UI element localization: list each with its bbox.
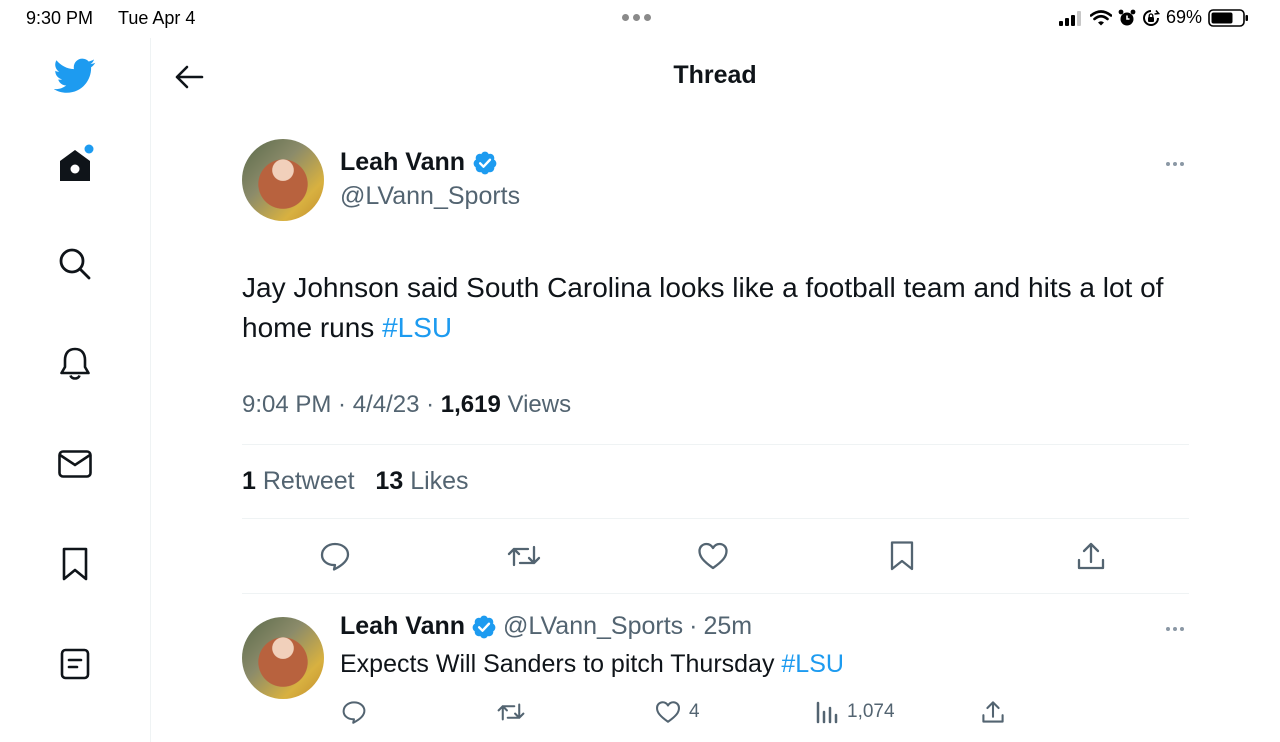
- heart-icon: [656, 701, 680, 723]
- nav-home[interactable]: [50, 139, 100, 189]
- reply-like-button[interactable]: 4: [655, 700, 700, 724]
- reply-icon: [342, 701, 366, 724]
- engagement-stats: 1 Retweet 13 Likes: [242, 467, 469, 496]
- status-indicators: 69%: [1058, 7, 1250, 28]
- nav-bookmarks[interactable]: [50, 539, 100, 589]
- separator-dot: ·: [689, 612, 698, 640]
- tweet-date[interactable]: 4/4/23: [353, 391, 420, 418]
- nav-lists[interactable]: [50, 639, 100, 689]
- tweet-metadata: 9:04 PM · 4/4/23 · 1,619 Views: [242, 391, 572, 418]
- retweet-icon: [507, 545, 541, 567]
- like-button[interactable]: [691, 534, 735, 578]
- hashtag-link[interactable]: #LSU: [382, 312, 452, 343]
- sidebar-divider: [150, 38, 151, 742]
- reply-more-options-button[interactable]: [1160, 619, 1190, 639]
- likes-label: Likes: [410, 467, 469, 495]
- battery-icon: [1208, 8, 1249, 27]
- status-date: Tue Apr 4: [118, 8, 196, 28]
- cellular-signal-icon: [1059, 10, 1081, 26]
- tweet-body: Jay Johnson said South Carolina looks li…: [242, 272, 1164, 343]
- reply-views-button[interactable]: 1,074: [815, 700, 895, 724]
- likes-count: 13: [375, 467, 404, 495]
- list-icon: [60, 648, 90, 680]
- divider: [242, 518, 1189, 519]
- nav-messages[interactable]: [50, 439, 100, 489]
- bell-icon: [60, 347, 90, 380]
- tweet-author[interactable]: Leah Vann: [340, 148, 498, 177]
- tweet-time[interactable]: 9:04 PM: [242, 391, 331, 418]
- orientation-lock-icon: [1143, 9, 1160, 26]
- reply-author-name: Leah Vann: [340, 612, 466, 640]
- status-time: 9:30 PM: [26, 8, 94, 28]
- search-icon: [59, 248, 91, 280]
- views-count: 1,619: [440, 391, 501, 418]
- share-button[interactable]: [1069, 534, 1113, 578]
- reply-body: Expects Will Sanders to pitch Thursday: [340, 650, 782, 678]
- divider: [242, 444, 1189, 445]
- share-icon: [1077, 542, 1105, 570]
- likes-stat[interactable]: 13 Likes: [375, 467, 468, 495]
- tweet-text: Jay Johnson said South Carolina looks li…: [242, 268, 1202, 348]
- battery-percentage: 69%: [1166, 7, 1203, 27]
- wifi-icon: [1090, 9, 1112, 25]
- reply-age[interactable]: 25m: [704, 612, 753, 641]
- divider: [242, 593, 1189, 594]
- mail-icon: [58, 450, 92, 478]
- reply-author[interactable]: Leah Vann @LVann_Sports · 25m: [340, 612, 752, 641]
- verified-badge-icon: [473, 151, 497, 174]
- bookmark-icon: [62, 547, 88, 581]
- reply-like-count: 4: [689, 701, 700, 722]
- retweet-button[interactable]: [502, 534, 546, 578]
- author-name: Leah Vann: [340, 148, 466, 176]
- nav-notifications[interactable]: [50, 339, 100, 389]
- retweets-stat[interactable]: 1 Retweet: [242, 467, 355, 495]
- analytics-icon: [816, 701, 838, 724]
- reply-handle: @LVann_Sports: [503, 612, 684, 640]
- retweet-icon: [497, 703, 525, 721]
- reply-text: Expects Will Sanders to pitch Thursday #…: [340, 650, 844, 679]
- more-options-button[interactable]: [1160, 154, 1190, 174]
- retweets-count: 1: [242, 467, 256, 495]
- share-icon: [982, 701, 1004, 723]
- author-handle[interactable]: @LVann_Sports: [340, 182, 520, 211]
- heart-icon: [698, 542, 728, 570]
- verified-badge-icon: [472, 615, 496, 638]
- avatar[interactable]: [242, 139, 324, 221]
- reply-hashtag-link[interactable]: #LSU: [781, 650, 844, 678]
- bookmark-icon: [890, 541, 914, 571]
- bookmark-button[interactable]: [880, 534, 924, 578]
- reply-button[interactable]: [313, 534, 357, 578]
- views-label: Views: [507, 391, 572, 418]
- home-icon: [60, 144, 94, 181]
- retweets-label: Retweet: [262, 467, 355, 495]
- reply-icon: [320, 542, 350, 571]
- reply-views-count: 1,074: [847, 701, 895, 722]
- nav-explore[interactable]: [50, 239, 100, 289]
- reply-reply-button[interactable]: [341, 700, 367, 724]
- page-title: Thread: [673, 61, 757, 89]
- reply-retweet-button[interactable]: [497, 700, 525, 724]
- multitasking-dots-icon[interactable]: [622, 14, 651, 21]
- reply-share-button[interactable]: [981, 700, 1005, 724]
- reply-avatar[interactable]: [242, 617, 324, 699]
- alarm-icon: [1118, 9, 1136, 25]
- notification-dot: [84, 144, 94, 154]
